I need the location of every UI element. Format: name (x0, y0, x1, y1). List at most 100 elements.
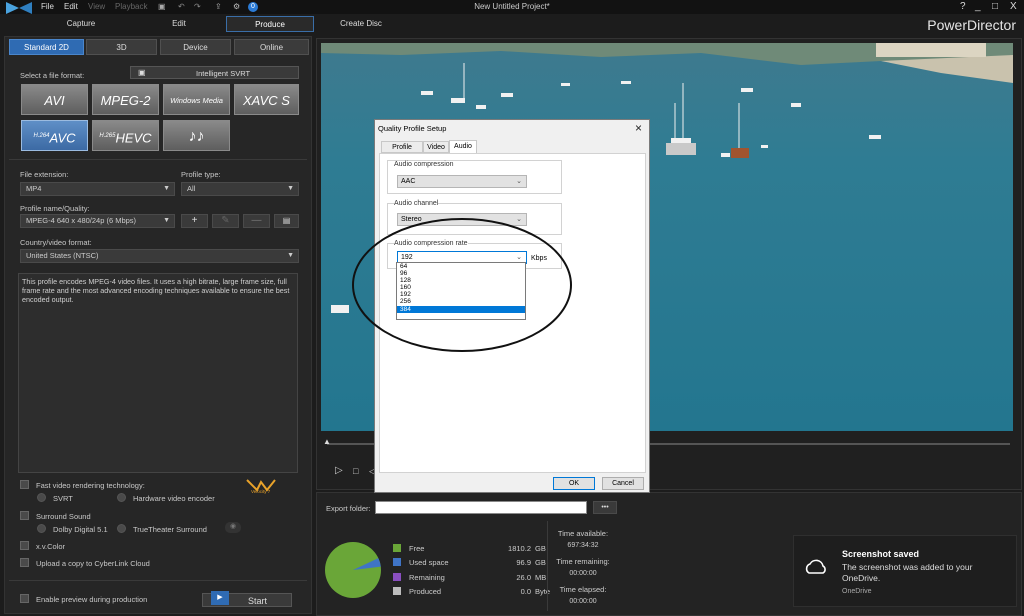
legend-used-label: Used space (409, 558, 449, 567)
legend-swatch-free (393, 544, 401, 552)
format-audio[interactable]: ♪♪ (163, 120, 230, 151)
tab-3d[interactable]: 3D (86, 39, 157, 55)
time-available-label: Time available: (557, 529, 609, 538)
tab-video[interactable]: Video (423, 141, 449, 153)
xvcolor-checkbox[interactable] (20, 541, 29, 550)
file-extension-select[interactable]: MP4 ▼ (20, 182, 175, 196)
time-available-value: 697:34:32 (567, 542, 599, 549)
cloud-icon (805, 559, 826, 574)
divider (547, 521, 548, 611)
legend-produced-label: Produced (409, 587, 442, 596)
browse-button[interactable]: ••• (593, 501, 617, 514)
toast-title: Screenshot saved (842, 549, 920, 559)
dialog-close-icon[interactable]: × (635, 121, 642, 135)
chevron-down-icon: ⌄ (516, 178, 522, 185)
hw-encoder-label: Hardware video encoder (133, 494, 215, 503)
divider (9, 159, 307, 160)
chevron-down-icon: ▼ (163, 217, 170, 224)
format-mpeg2[interactable]: MPEG-2 (92, 84, 159, 115)
svrt-radio-label: SVRT (53, 494, 73, 503)
format-h265-hevc[interactable]: H.265HEVC (92, 120, 159, 151)
legend-used-unit: GB (535, 558, 546, 567)
format-hevc-label: HEVC (115, 130, 152, 146)
truetheater-settings-icon[interactable]: ◉ (225, 522, 241, 533)
surround-label: Surround Sound (36, 512, 91, 521)
fast-render-label: Fast video rendering technology: (36, 481, 145, 490)
time-elapsed-value: 00:00:00 (569, 598, 597, 605)
country-select[interactable]: United States (NTSC) ▼ (20, 249, 299, 263)
hw-encoder-radio[interactable] (117, 493, 126, 502)
remove-profile-button[interactable]: — (243, 214, 270, 228)
tab-profile-name[interactable]: Profile Name (381, 141, 423, 162)
music-notes-icon: ♪♪ (188, 128, 205, 145)
country-value: United States (NTSC) (26, 251, 99, 260)
format-avi[interactable]: AVI (21, 84, 88, 115)
powerdirector-window: File Edit View Playback ▣ ↶ ↷ ⇪ ⚙ 0 New … (0, 0, 1024, 616)
profile-name-select[interactable]: MPEG-4 640 x 480/24p (6 Mbps) ▼ (20, 214, 175, 228)
dolby-radio[interactable] (37, 524, 46, 533)
help-button[interactable]: ? (960, 1, 966, 12)
format-xavc-s[interactable]: XAVC S (234, 84, 299, 115)
format-label: Select a file format: (20, 71, 85, 80)
main-tabs: Capture Edit Produce Create Disc PowerDi… (0, 16, 1024, 34)
fast-render-checkbox[interactable] (20, 480, 29, 489)
tab-online[interactable]: Online (234, 39, 309, 55)
format-h264-sup: H.264 (33, 133, 50, 139)
play-button-icon[interactable]: ▷ (335, 465, 343, 476)
format-avi-label: AVI (44, 93, 65, 108)
brand-name: PowerDirector (927, 17, 1016, 33)
cloud-upload-label: Upload a copy to CyberLink Cloud (36, 559, 150, 568)
tab-audio[interactable]: Audio (449, 140, 477, 154)
maximize-button[interactable]: □ (992, 1, 998, 12)
legend-remaining-unit: MB (535, 573, 547, 582)
audio-compression-select[interactable]: AAC ⌄ (397, 175, 527, 188)
cancel-button[interactable]: Cancel (602, 477, 644, 490)
profile-name-value: MPEG-4 640 x 480/24p (6 Mbps) (26, 216, 137, 225)
export-folder-input[interactable] (375, 501, 587, 514)
intelligent-svrt-button[interactable]: ▣ Intelligent SVRT (130, 66, 299, 79)
tab-create-disc[interactable]: Create Disc (320, 16, 402, 32)
edit-profile-button[interactable]: ✎ (212, 214, 239, 228)
profile-type-value: All (187, 184, 196, 193)
preview-label: Enable preview during production (36, 595, 148, 604)
profile-description: This profile encodes MPEG-4 video files.… (18, 273, 298, 473)
surround-checkbox[interactable] (20, 511, 29, 520)
format-windows-media[interactable]: Windows Media (163, 84, 230, 115)
velocity-logo: Velocity 7 (245, 478, 277, 496)
time-remaining-label: Time remaining: (556, 557, 610, 566)
stop-button-icon[interactable]: □ (353, 466, 358, 476)
format-h264-avc[interactable]: H.264AVC (21, 120, 88, 151)
svrt-icon: ▣ (138, 68, 146, 77)
audio-compression-value: AAC (401, 178, 416, 185)
tab-device[interactable]: Device (160, 39, 231, 55)
notification-toast[interactable]: Screenshot saved The screenshot was adde… (793, 535, 1017, 607)
chevron-down-icon: ▼ (163, 185, 170, 192)
tab-produce[interactable]: Produce (226, 16, 314, 32)
legend-swatch-used (393, 558, 401, 566)
close-button[interactable]: X (1010, 1, 1017, 12)
minimize-button[interactable]: _ (975, 1, 981, 12)
audio-channel-label: Audio channel (394, 200, 439, 207)
chevron-down-icon: ▼ (287, 185, 294, 192)
velocity-label: Velocity 7 (251, 489, 271, 494)
profile-info-button[interactable]: ▤ (274, 214, 299, 228)
ok-button[interactable]: OK (553, 477, 595, 490)
profile-type-select[interactable]: All ▼ (181, 182, 299, 196)
window-title: New Untitled Project* (474, 2, 550, 11)
annotation-ellipse (352, 218, 572, 352)
truetheater-radio[interactable] (117, 524, 126, 533)
playhead-icon[interactable]: ▲ (323, 437, 331, 446)
add-profile-button[interactable]: + (181, 214, 208, 228)
legend-remaining-label: Remaining (409, 573, 445, 582)
tab-standard-2d[interactable]: Standard 2D (9, 39, 84, 55)
start-label: Start (248, 596, 268, 606)
profile-name-label: Profile name/Quality: (20, 204, 90, 213)
file-extension-value: MP4 (26, 184, 42, 193)
legend-swatch-produced (393, 587, 401, 595)
dolby-label: Dolby Digital 5.1 (53, 525, 108, 534)
svrt-radio[interactable] (37, 493, 46, 502)
dialog-title: Quality Profile Setup (378, 124, 447, 133)
start-button[interactable]: ▶ Start (202, 591, 292, 607)
preview-checkbox[interactable] (20, 594, 29, 603)
cloud-upload-checkbox[interactable] (20, 558, 29, 567)
